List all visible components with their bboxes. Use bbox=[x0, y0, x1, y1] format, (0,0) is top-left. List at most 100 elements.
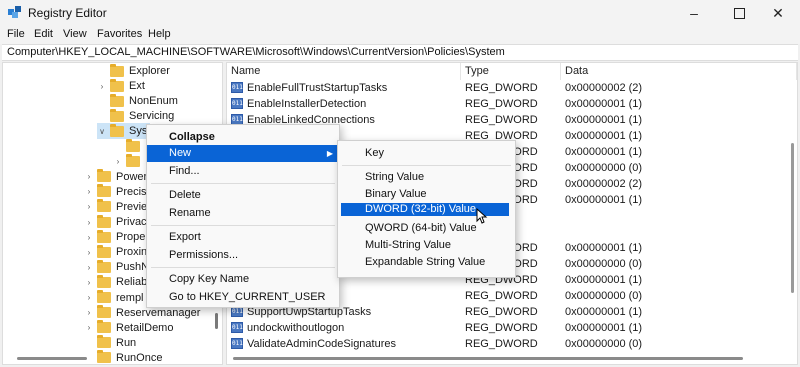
value-data: 0x00000000 (0) bbox=[565, 338, 643, 350]
tree-item-label: Proxin bbox=[116, 246, 148, 259]
tree-item[interactable]: › PushN bbox=[84, 259, 149, 275]
submenu-item[interactable]: Key bbox=[338, 145, 515, 162]
tree-horizontal-scrollbar[interactable] bbox=[17, 357, 87, 360]
context-menu-item[interactable]: Export bbox=[147, 229, 339, 246]
value-data: 0x00000001 (1) bbox=[565, 274, 643, 286]
tree-item[interactable]: › Ext bbox=[97, 78, 145, 94]
value-type: REG_DWORD bbox=[465, 290, 538, 302]
folder-icon bbox=[97, 244, 111, 258]
minimize-icon: – bbox=[690, 5, 698, 21]
chevron-right-icon[interactable]: › bbox=[84, 278, 94, 287]
tree-item[interactable]: NonEnum bbox=[97, 93, 178, 109]
chevron-right-icon[interactable]: › bbox=[84, 248, 94, 257]
context-menu-item[interactable]: Delete bbox=[147, 187, 339, 204]
folder-icon bbox=[110, 108, 124, 122]
value-type: REG_DWORD bbox=[465, 114, 538, 126]
chevron-right-icon[interactable]: › bbox=[113, 157, 123, 166]
window-title: Registry Editor bbox=[28, 6, 107, 20]
tree-item[interactable]: › bbox=[113, 154, 145, 170]
value-row[interactable]: 011 ValidateAdminCodeSignatures REG_DWORD 0… bbox=[227, 337, 787, 353]
context-menu-item[interactable]: Go to HKEY_CURRENT_USER bbox=[147, 289, 339, 306]
registry-editor-app-icon bbox=[8, 6, 21, 18]
chevron-right-icon[interactable]: › bbox=[84, 218, 94, 227]
chevron-right-icon[interactable]: › bbox=[84, 172, 94, 181]
column-header-type[interactable]: Type bbox=[461, 63, 561, 80]
value-type: REG_DWORD bbox=[465, 306, 538, 318]
menu-view[interactable]: View bbox=[63, 28, 87, 40]
value-name: EnableInstallerDetection bbox=[247, 98, 367, 110]
submenu-item-label: String Value bbox=[365, 171, 425, 183]
value-name: undockwithoutlogon bbox=[247, 322, 345, 334]
tree-item-label: Explorer bbox=[129, 65, 170, 77]
tree-vertical-scrollbar[interactable] bbox=[215, 313, 218, 329]
tree-item[interactable]: › Privac bbox=[84, 214, 147, 230]
tree-item-label: Prope bbox=[116, 231, 146, 244]
column-header-data[interactable]: Data bbox=[561, 63, 797, 80]
value-data: 0x00000001 (1) bbox=[565, 322, 643, 334]
chevron-right-icon[interactable]: › bbox=[84, 323, 94, 332]
tree-item[interactable]: › Power bbox=[84, 169, 147, 185]
folder-icon bbox=[97, 259, 111, 273]
menu-edit[interactable]: Edit bbox=[34, 28, 53, 40]
chevron-right-icon[interactable]: › bbox=[84, 308, 94, 317]
submenu-item[interactable]: Multi-String Value bbox=[338, 237, 515, 254]
tree-item[interactable]: › Prope bbox=[84, 229, 145, 245]
value-name: EnableFullTrustStartupTasks bbox=[247, 82, 388, 94]
value-type: REG_DWORD bbox=[465, 98, 538, 110]
menu-favorites[interactable]: Favorites bbox=[97, 28, 142, 40]
folder-icon bbox=[126, 139, 140, 152]
context-menu-item[interactable]: Find... bbox=[147, 163, 339, 180]
address-bar[interactable]: Computer\HKEY_LOCAL_MACHINE\SOFTWARE\Mic… bbox=[2, 44, 798, 61]
menu-file[interactable]: File bbox=[7, 28, 25, 40]
chevron-down-icon[interactable]: ∨ bbox=[97, 127, 107, 136]
chevron-right-icon[interactable]: › bbox=[84, 293, 94, 302]
chevron-right-icon[interactable]: › bbox=[84, 263, 94, 272]
context-menu-item[interactable]: Rename bbox=[147, 205, 339, 222]
values-vertical-scrollbar[interactable] bbox=[791, 143, 794, 293]
chevron-right-icon[interactable]: › bbox=[84, 202, 94, 211]
column-header-name[interactable]: Name bbox=[227, 63, 461, 80]
minimize-button[interactable]: – bbox=[676, 2, 712, 24]
menu-help[interactable]: Help bbox=[148, 28, 171, 40]
tree-item[interactable]: ∨ Syst bbox=[97, 123, 151, 140]
close-button[interactable]: ✕ bbox=[760, 2, 796, 24]
title-bar[interactable]: Registry Editor – ✕ bbox=[0, 0, 800, 26]
maximize-button[interactable] bbox=[721, 2, 757, 24]
context-menu: Collapse New ▶ Find... Delete Rename Export Per… bbox=[146, 124, 340, 308]
tree-item[interactable]: Servicing bbox=[97, 108, 174, 124]
tree-item-label: Servicing bbox=[129, 110, 175, 123]
folder-icon bbox=[97, 305, 111, 319]
context-menu-item[interactable]: New ▶ bbox=[147, 145, 339, 162]
value-row[interactable]: 011 EnableInstallerDetection REG_DWORD 0x00… bbox=[227, 97, 787, 113]
value-row[interactable]: 011 undockwithoutlogon REG_DWORD 0x00000001… bbox=[227, 321, 787, 337]
chevron-right-icon[interactable]: › bbox=[97, 82, 107, 91]
tree-item[interactable]: Explorer bbox=[97, 63, 170, 79]
tree-item[interactable] bbox=[113, 139, 145, 155]
folder-icon bbox=[126, 154, 140, 168]
tree-item[interactable]: › Previe bbox=[84, 199, 147, 215]
values-horizontal-scrollbar[interactable] bbox=[233, 357, 743, 360]
submenu-item[interactable]: Binary Value bbox=[338, 186, 515, 203]
tree-item[interactable]: › Precis bbox=[84, 184, 147, 200]
address-path[interactable]: Computer\HKEY_LOCAL_MACHINE\SOFTWARE\Mic… bbox=[7, 46, 505, 58]
submenu-item[interactable]: String Value bbox=[338, 169, 515, 186]
submenu-item[interactable]: Expandable String Value bbox=[338, 254, 515, 271]
tree-item[interactable]: › RetailDemo bbox=[84, 320, 173, 336]
tree-item-label: Previe bbox=[116, 200, 148, 213]
submenu-item[interactable]: QWORD (64-bit) Value bbox=[338, 220, 515, 237]
folder-icon bbox=[97, 274, 111, 288]
context-menu-item[interactable]: Permissions... bbox=[147, 247, 339, 264]
tree-item[interactable]: RunOnce bbox=[84, 350, 162, 364]
context-menu-item-label: Go to HKEY_CURRENT_USER bbox=[169, 291, 326, 303]
tree-item[interactable]: Run bbox=[84, 335, 136, 351]
chevron-right-icon[interactable]: › bbox=[84, 233, 94, 242]
value-row[interactable]: 011 EnableFullTrustStartupTasks REG_DWORD 0… bbox=[227, 81, 787, 97]
value-type: REG_DWORD bbox=[465, 322, 538, 334]
chevron-right-icon[interactable]: › bbox=[84, 187, 94, 196]
context-menu-item[interactable]: Collapse bbox=[147, 129, 339, 146]
context-menu-item[interactable]: Copy Key Name bbox=[147, 271, 339, 288]
tree-item[interactable]: › Reliab bbox=[84, 274, 147, 290]
tree-item[interactable]: › Proxin bbox=[84, 244, 147, 260]
menu-separator bbox=[151, 225, 335, 226]
tree-item[interactable]: › rempl bbox=[84, 290, 144, 306]
